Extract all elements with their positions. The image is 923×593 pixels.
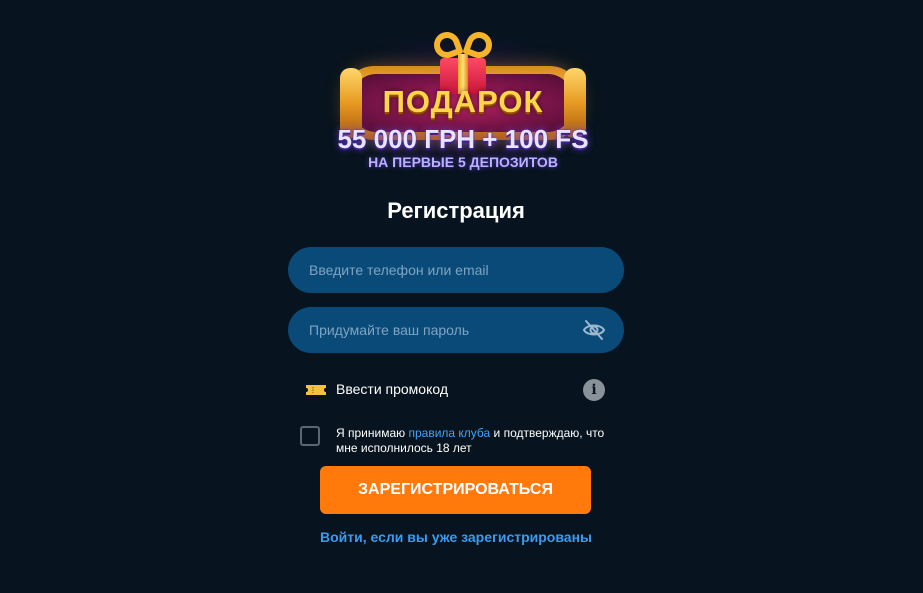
terms-agreement: Я принимаю правила клуба и подтверждаю, … [300,424,620,458]
club-rules-link[interactable]: правила клуба [408,426,490,440]
promo-code-label[interactable]: Ввести промокод [336,381,448,397]
ticket-icon [306,385,326,395]
phone-email-field[interactable] [288,247,624,293]
password-field[interactable] [288,307,624,353]
terms-text: Я принимаю правила клуба и подтверждаю, … [336,426,626,456]
password-input[interactable] [288,307,624,353]
promo-code-row[interactable]: Ввести промокод i [306,378,606,402]
promo-title: ПОДАРОК [382,84,544,119]
register-button[interactable]: ЗАРЕГИСТРИРОВАТЬСЯ [320,466,591,514]
promo-subtitle: НА ПЕРВЫЕ 5 ДЕПОЗИТОВ [368,154,558,170]
terms-checkbox[interactable] [300,426,320,446]
terms-prefix: Я принимаю [336,426,409,440]
info-icon[interactable]: i [583,379,605,401]
promo-amount: 55 000 ГРН + 100 FS [337,124,589,154]
login-link[interactable]: Войти, если вы уже зарегистрированы [288,529,624,545]
promo-banner: ПОДАРОК 55 000 ГРН + 100 FS НА ПЕРВЫЕ 5 … [318,22,608,182]
eye-off-icon[interactable] [582,319,606,341]
phone-email-input[interactable] [288,247,624,293]
registration-title: Регистрация [387,198,525,223]
